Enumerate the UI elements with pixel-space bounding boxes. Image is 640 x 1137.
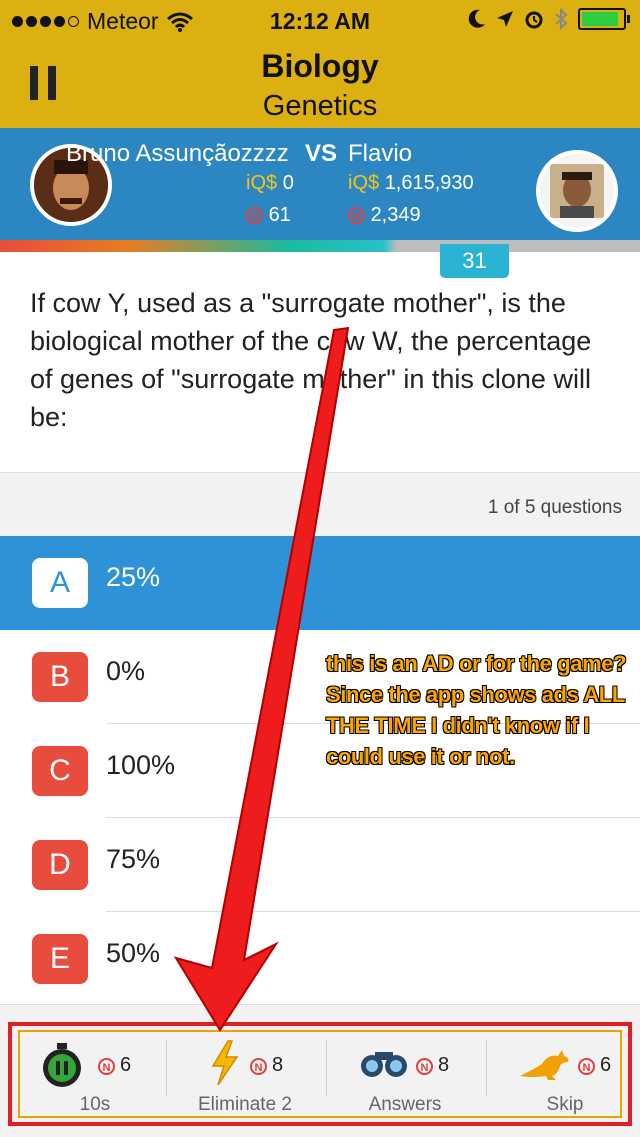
powerup-label: Skip <box>546 1094 584 1115</box>
bluetooth-icon <box>555 8 568 30</box>
answer-letter-badge: E <box>32 934 88 984</box>
players-bar: Bruno Assunçãozzzz VS Flavio iQ$ 0 iQ$ 1… <box>0 128 640 240</box>
subject-title: Biology <box>261 48 379 84</box>
question-text: If cow Y, used as a "surrogate mother", … <box>30 288 592 432</box>
player-right-coins: N 2,349 <box>348 204 421 227</box>
answer-option-e[interactable]: E 50% <box>0 912 640 1006</box>
coin-icon: N <box>416 1058 433 1075</box>
topic-subtitle: Genetics <box>262 90 378 122</box>
answer-text: 50% <box>106 938 161 968</box>
powerup-answers[interactable]: N 8 Answers <box>330 1032 480 1116</box>
powerup-extra-time[interactable]: N 6 10s <box>20 1032 170 1116</box>
answer-letter-badge: B <box>32 652 88 702</box>
answer-letter-badge: D <box>32 840 88 890</box>
powerup-skip[interactable]: N 6 Skip <box>490 1032 620 1116</box>
question-counter-band: 1 of 5 questions <box>0 472 640 541</box>
avatar-photo <box>540 154 614 228</box>
coin-icon: N <box>348 207 365 225</box>
lightning-icon <box>211 1040 239 1086</box>
coin-icon: N <box>98 1058 115 1075</box>
player-left-coins: N 61 <box>246 204 291 227</box>
powerup-count: 6 <box>600 1054 612 1076</box>
round-progress-bar <box>0 240 640 252</box>
divider <box>166 1040 167 1096</box>
divider <box>486 1040 487 1096</box>
powerup-count: 8 <box>272 1054 284 1076</box>
answer-letter-badge: A <box>32 558 88 608</box>
player-right-name: Flavio <box>348 140 413 167</box>
binoculars-icon <box>361 1052 407 1077</box>
question-counter: 1 of 5 questions <box>487 497 622 518</box>
player-right-iq: iQ$ 1,615,930 <box>348 172 474 194</box>
alarm-icon <box>525 11 543 29</box>
powerup-label: Answers <box>368 1094 442 1115</box>
quiz-header: Biology Genetics <box>0 42 640 128</box>
stopwatch-icon <box>43 1043 81 1087</box>
answer-option-d[interactable]: D 75% <box>0 818 640 912</box>
powerup-eliminate[interactable]: N 8 Eliminate 2 <box>170 1032 320 1116</box>
versus-label: VS <box>305 140 338 167</box>
coin-icon: N <box>578 1058 595 1075</box>
annotation-note: this is an AD or for the game? Since the… <box>326 651 627 769</box>
status-bar: Meteor 12:12 AM <box>0 0 640 42</box>
player-left-iq: iQ$ 0 <box>246 172 294 194</box>
answer-option-a[interactable]: A 25% <box>0 536 640 630</box>
answer-text: 100% <box>106 750 176 780</box>
coin-icon: N <box>246 207 263 225</box>
player-left-name: Bruno Assunçãozzzz <box>66 140 289 167</box>
powerups-bar: N 6 10s N 8 Eliminate 2 N 8 Answers N 6 … <box>18 1030 622 1118</box>
powerup-count: 6 <box>120 1054 132 1076</box>
answer-letter-badge: C <box>32 746 88 796</box>
timer-badge: 31 <box>440 244 509 278</box>
kangaroo-icon <box>520 1050 569 1080</box>
powerup-label: Eliminate 2 <box>198 1094 292 1115</box>
player-right-avatar[interactable] <box>536 150 618 232</box>
divider <box>326 1040 327 1096</box>
powerups-highlight-box: N 6 10s N 8 Eliminate 2 N 8 Answers N 6 … <box>8 1022 632 1126</box>
powerup-count: 8 <box>438 1054 450 1076</box>
location-arrow-icon <box>497 11 513 27</box>
moon-icon <box>468 9 485 28</box>
answer-text: 25% <box>106 562 161 592</box>
battery-icon <box>578 8 630 30</box>
answer-text: 0% <box>106 656 146 686</box>
powerup-label: 10s <box>79 1094 111 1115</box>
coin-icon: N <box>250 1058 267 1075</box>
answer-text: 75% <box>106 844 161 874</box>
